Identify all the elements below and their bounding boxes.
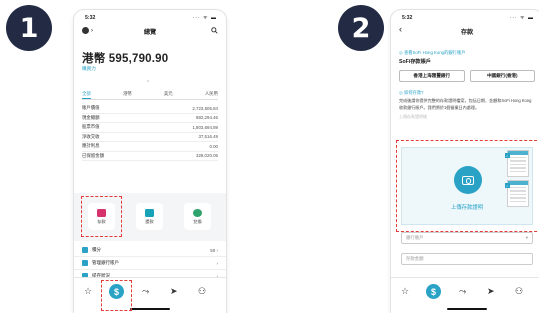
nav-bar: › 總覽	[74, 24, 226, 38]
row-label: 現金總額	[82, 114, 100, 120]
list-item: 應計利息 0.00	[82, 142, 218, 152]
exchange-button[interactable]: 兌換	[184, 203, 211, 230]
currency-tabs: 全部 港幣 美元 人民幣	[82, 91, 218, 100]
bank-boc-button[interactable]: 中國銀行(香港)	[469, 70, 535, 82]
list-item: 股票市值 1,803,694.89	[82, 123, 218, 133]
list-item: 淨收交收 37,516.49	[82, 133, 218, 142]
send-icon[interactable]: ➤	[487, 286, 495, 297]
row-label: 淨收交收	[82, 133, 100, 139]
overview-screen: 5:32 ··· ᯤ ▬ › 總覽 港幣 595,790.90 購買力 ⌃ 全部…	[74, 10, 226, 313]
status-bar: 5:32 ··· ᯤ ▬	[74, 10, 226, 24]
bank-hsbc-button[interactable]: 香港上海匯豐銀行	[399, 70, 465, 82]
page-title: 存款	[460, 29, 474, 36]
step-1-badge: 1	[6, 5, 52, 51]
home-indicator	[447, 308, 487, 310]
dollar-tab-highlight	[101, 280, 132, 311]
row-value: 328,020.05	[196, 153, 218, 159]
row-label: 賬戶價值	[82, 105, 100, 111]
step-2-badge: 2	[338, 5, 384, 51]
menu-item-manage-bank[interactable]: 管理銀行賬戶 ›	[74, 257, 226, 270]
status-time: 5:32	[402, 15, 413, 21]
page-title: 總覽	[143, 29, 157, 36]
withdraw-button[interactable]: 提款	[136, 203, 163, 230]
deposit-account-section: ◎ 查看SoFi Hong Kong的銀行賬戶 SoFi存款賬戶 香港上海匯豐銀…	[399, 50, 535, 82]
faded-hint: 上傳存款證明後	[399, 114, 427, 119]
instructions-text: 完成後請你提供完整的存款證明檔案，包括日期、金額和SoFi Hong Kong收…	[399, 98, 532, 110]
deposit-amount-input[interactable]: 存款金額	[401, 253, 533, 265]
bank-account-select[interactable]: 銀行賬戶 ▾	[401, 232, 533, 244]
bank-card-icon	[82, 260, 88, 266]
tab-all[interactable]: 全部	[82, 91, 91, 99]
deposit-screen: 5:32 ··· ᯤ ▬ ‹ 存款 ◎ 查看SoFi Hong Kong的銀行賬…	[391, 10, 539, 313]
status-time: 5:32	[85, 15, 96, 21]
list-item: 已保留金額 328,020.05	[82, 152, 218, 161]
row-value: 0.00	[209, 143, 218, 149]
view-bank-accounts-link[interactable]: ◎ 查看SoFi Hong Kong的銀行賬戶	[399, 50, 535, 56]
bottom-tab-bar: ☆ $ ⤳ ➤ ⚇	[74, 277, 226, 313]
bank-options: 香港上海匯豐銀行 中國銀行(香港)	[399, 70, 535, 82]
exchange-icon	[193, 208, 202, 217]
exchange-label: 兌換	[193, 218, 202, 224]
row-value: 882,294.46	[196, 115, 218, 121]
deposit-highlight	[81, 196, 122, 237]
chart-icon[interactable]: ⤳	[459, 286, 466, 297]
tab-usd[interactable]: 美元	[164, 91, 173, 99]
how-to-deposit-link[interactable]: ◎ 如何存款?	[399, 90, 535, 96]
collapse-chevron-icon[interactable]: ⌃	[146, 80, 150, 86]
star-icon[interactable]: ☆	[84, 286, 92, 297]
people-icon[interactable]: ⚇	[198, 286, 206, 297]
bottom-tab-bar: ☆ $ ⤳ ➤ ⚇	[391, 277, 539, 313]
upload-highlight	[396, 140, 539, 232]
home-indicator	[130, 308, 170, 310]
how-to-deposit-section: ◎ 如何存款? 完成後請你提供完整的存款證明檔案，包括日期、金額和SoFi Ho…	[399, 90, 535, 120]
menu-item-points[interactable]: 積分 50 ›	[74, 244, 226, 257]
withdraw-label: 提款	[145, 218, 154, 224]
menu-value: 50 ›	[210, 247, 218, 253]
list-item: 現金總額 882,294.46	[82, 114, 218, 123]
send-icon[interactable]: ➤	[170, 286, 178, 297]
row-label: 已保留金額	[82, 152, 104, 158]
status-bar: 5:32 ··· ᯤ ▬	[391, 10, 539, 24]
withdraw-icon	[145, 208, 154, 217]
nav-bar: ‹ 存款	[391, 24, 539, 38]
balance-amount: 港幣 595,790.90	[82, 53, 169, 65]
menu-label: 積分	[92, 247, 101, 252]
points-icon	[82, 247, 88, 253]
field-placeholder: 銀行賬戶	[406, 235, 424, 240]
row-value: 2,723,505.84	[192, 105, 218, 111]
field-placeholder: 存款金額	[406, 256, 424, 261]
chart-icon[interactable]: ⤳	[142, 286, 149, 297]
search-icon[interactable]	[211, 27, 218, 36]
row-label: 股票市值	[82, 124, 100, 130]
row-value: 1,803,694.89	[192, 124, 218, 130]
purchasing-power-link[interactable]: 購買力	[82, 66, 96, 72]
status-icons: ··· ᯤ ▬	[192, 15, 217, 21]
menu-value: ›	[216, 260, 219, 266]
people-icon[interactable]: ⚇	[515, 286, 523, 297]
star-icon[interactable]: ☆	[401, 286, 409, 297]
dollar-icon[interactable]: $	[426, 284, 441, 299]
section-title: SoFi存款賬戶	[399, 59, 431, 65]
chevron-down-icon: ▾	[525, 235, 528, 240]
tab-hkd[interactable]: 港幣	[123, 91, 132, 99]
list-item: 賬戶價值 2,723,505.84	[82, 104, 218, 114]
row-label: 應計利息	[82, 143, 100, 149]
status-icons: ··· ᯤ ▬	[509, 15, 534, 21]
menu-label: 管理銀行賬戶	[92, 260, 119, 265]
row-value: 37,516.49	[198, 134, 218, 140]
tab-cny[interactable]: 人民幣	[205, 91, 218, 99]
account-summary-list: 賬戶價值 2,723,505.84 現金總額 882,294.46 股票市值 1,80…	[82, 104, 218, 161]
tutorial-canvas: 1 2 5:32 ··· ᯤ ▬ › 總覽 港幣 595,790.90 購買力 …	[0, 0, 539, 313]
